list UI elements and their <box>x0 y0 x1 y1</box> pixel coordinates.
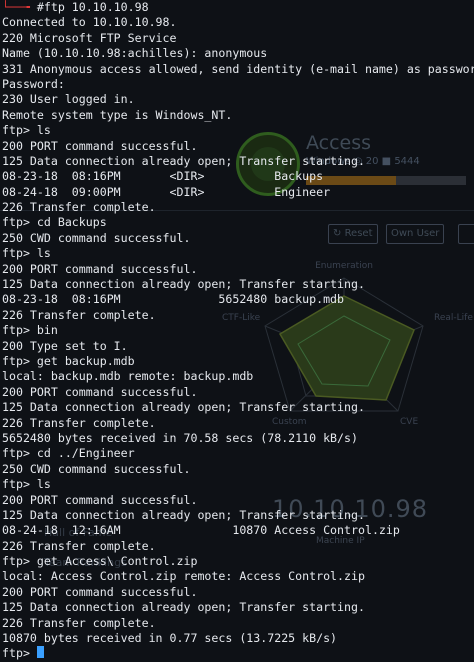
terminal-line-text: Name (10.10.10.98:achilles): anonymous <box>2 46 268 61</box>
terminal-line-text: 200 PORT command successful. <box>2 384 198 399</box>
terminal-line: 200 PORT command successful. <box>0 585 474 600</box>
terminal-line: 226 Transfer complete. <box>0 416 474 431</box>
terminal-line-text: 125 Data connection already open; Transf… <box>2 507 365 522</box>
terminal-line: ftp> cd ../Engineer <box>0 446 474 461</box>
prompt-arrow-icon: └──╼ <box>2 0 37 14</box>
terminal-line: ftp> ls <box>0 246 474 261</box>
terminal-line-text: 226 Transfer complete. <box>2 615 156 630</box>
terminal-line: 08-23-18 08:16PM <DIR> Backups <box>0 169 474 184</box>
terminal-line-text: ftp> cd Backups <box>2 215 107 230</box>
terminal-line: local: Access Control.zip remote: Access… <box>0 569 474 584</box>
terminal-line-text: 10870 bytes received in 0.77 secs (13.72… <box>2 631 338 646</box>
terminal-line-text: 200 PORT command successful. <box>2 492 198 507</box>
terminal-line-text: local: Access Control.zip remote: Access… <box>2 569 365 584</box>
terminal-line-text: ftp> ls <box>2 123 51 138</box>
terminal-line: 08-24-18 09:00PM <DIR> Engineer <box>0 185 474 200</box>
terminal-line: 226 Transfer complete. <box>0 539 474 554</box>
terminal-line-text: 125 Data connection already open; Transf… <box>2 277 365 292</box>
terminal-line-text: 5652480 bytes received in 70.58 secs (78… <box>2 430 358 445</box>
terminal-line: 226 Transfer complete. <box>0 200 474 215</box>
terminal-line: 125 Data connection already open; Transf… <box>0 154 474 169</box>
terminal-line: local: backup.mdb remote: backup.mdb <box>0 369 474 384</box>
terminal-line-text: ftp> get backup.mdb <box>2 353 135 368</box>
terminal-line: 226 Transfer complete. <box>0 308 474 323</box>
terminal-line: ftp> ls <box>0 477 474 492</box>
terminal-line-text: Connected to 10.10.10.98. <box>2 15 177 30</box>
terminal-line: 5652480 bytes received in 70.58 secs (78… <box>0 431 474 446</box>
terminal-line-text: ftp> <box>2 646 37 661</box>
terminal-line: 200 PORT command successful. <box>0 493 474 508</box>
terminal-output[interactable]: └──╼ #ftp 10.10.10.98 Connected to 10.10.… <box>0 0 474 662</box>
terminal-line-text: 331 Anonymous access allowed, send ident… <box>2 61 474 76</box>
terminal-line: └──╼ #ftp 10.10.10.98 <box>0 0 474 15</box>
terminal-line-text: ftp> cd ../Engineer <box>2 446 135 461</box>
terminal-line: ftp> get backup.mdb <box>0 354 474 369</box>
terminal-line-text: 226 Transfer complete. <box>2 538 156 553</box>
terminal-line: ftp> cd Backups <box>0 215 474 230</box>
terminal-line-text: 226 Transfer complete. <box>2 200 156 215</box>
terminal-line: 250 CWD command successful. <box>0 462 474 477</box>
terminal-line: 08-24-18 12:16AM 10870 Access Control.zi… <box>0 523 474 538</box>
terminal-line-text: ftp> get Access\ Control.zip <box>2 554 198 569</box>
terminal-line: 230 User logged in. <box>0 92 474 107</box>
terminal-line-text: 08-23-18 08:16PM <DIR> Backups <box>2 169 324 184</box>
terminal-line: 125 Data connection already open; Transf… <box>0 508 474 523</box>
terminal-line-text: ftp> ls <box>2 246 51 261</box>
terminal-line: 226 Transfer complete. <box>0 616 474 631</box>
terminal-line: 125 Data connection already open; Transf… <box>0 277 474 292</box>
terminal-line: 125 Data connection already open; Transf… <box>0 400 474 415</box>
terminal-line-text: 08-24-18 12:16AM 10870 Access Control.zi… <box>2 523 400 538</box>
terminal-line: 200 PORT command successful. <box>0 385 474 400</box>
text-cursor[interactable] <box>36 646 44 659</box>
terminal-line: Remote system type is Windows_NT. <box>0 108 474 123</box>
terminal-line-text: 250 CWD command successful. <box>2 461 191 476</box>
terminal-line-text: local: backup.mdb remote: backup.mdb <box>2 369 254 384</box>
terminal-line: ftp> ls <box>0 123 474 138</box>
terminal-line: 125 Data connection already open; Transf… <box>0 600 474 615</box>
terminal-line: 08-23-18 08:16PM 5652480 backup.mdb <box>0 292 474 307</box>
terminal-line-text: 125 Data connection already open; Transf… <box>2 600 365 615</box>
terminal-line: 200 PORT command successful. <box>0 139 474 154</box>
terminal-line-text: 250 CWD command successful. <box>2 230 191 245</box>
terminal-line: 250 CWD command successful. <box>0 231 474 246</box>
terminal-line: 220 Microsoft FTP Service <box>0 31 474 46</box>
terminal-line: 10870 bytes received in 0.77 secs (13.72… <box>0 631 474 646</box>
terminal-line: 200 PORT command successful. <box>0 262 474 277</box>
terminal-line-text: 125 Data connection already open; Transf… <box>2 153 365 168</box>
terminal-line-text: 220 Microsoft FTP Service <box>2 30 177 45</box>
terminal-line-text: 200 PORT command successful. <box>2 138 198 153</box>
terminal-line: Connected to 10.10.10.98. <box>0 15 474 30</box>
terminal-line: ftp> bin <box>0 323 474 338</box>
terminal-line-text: ftp> ls <box>2 477 51 492</box>
terminal-line-text: 125 Data connection already open; Transf… <box>2 400 365 415</box>
terminal-line: ftp> <box>0 646 474 661</box>
terminal-line-text: 08-24-18 09:00PM <DIR> Engineer <box>2 184 331 199</box>
terminal-line-text: 230 User logged in. <box>2 92 135 107</box>
terminal-line-text: 08-23-18 08:16PM 5652480 backup.mdb <box>2 292 345 307</box>
terminal-line-text: 200 PORT command successful. <box>2 584 198 599</box>
terminal-line: 331 Anonymous access allowed, send ident… <box>0 62 474 77</box>
terminal-line-text: 226 Transfer complete. <box>2 415 156 430</box>
terminal-line-text: 200 Type set to I. <box>2 338 128 353</box>
terminal-line-text: ftp 10.10.10.98 <box>43 0 149 14</box>
terminal-line-text: 226 Transfer complete. <box>2 307 156 322</box>
terminal-line-text: Remote system type is Windows_NT. <box>2 107 233 122</box>
terminal-line: Password: <box>0 77 474 92</box>
terminal-line: Name (10.10.10.98:achilles): anonymous <box>0 46 474 61</box>
terminal-line: ftp> get Access\ Control.zip <box>0 554 474 569</box>
terminal-line-text: Password: <box>2 76 65 91</box>
terminal-line-text: 200 PORT command successful. <box>2 261 198 276</box>
prompt-prefix: # <box>36 0 44 14</box>
terminal-line-text: ftp> bin <box>2 323 58 338</box>
terminal-line: 200 Type set to I. <box>0 339 474 354</box>
